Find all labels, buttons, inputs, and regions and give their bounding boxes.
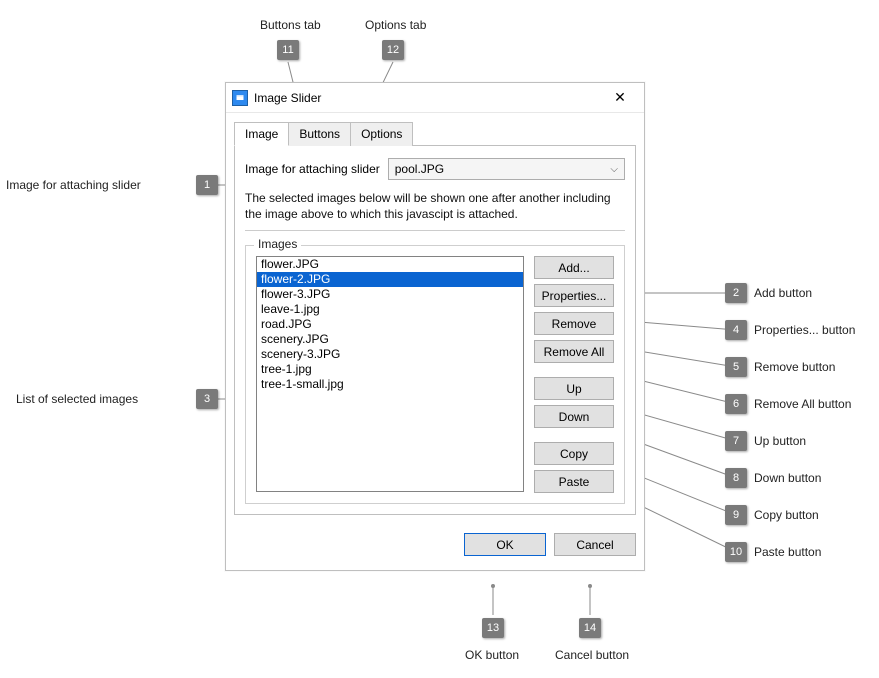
- up-button[interactable]: Up: [534, 377, 614, 400]
- images-fieldset: Images flower.JPGflower-2.JPGflower-3.JP…: [245, 245, 625, 504]
- list-item[interactable]: tree-1.jpg: [257, 362, 523, 377]
- explain-text: The selected images below will be shown …: [245, 190, 625, 231]
- callout-5-badge: 5: [725, 357, 747, 377]
- list-item[interactable]: flower-3.JPG: [257, 287, 523, 302]
- callout-3-badge: 3: [196, 389, 218, 409]
- remove-button[interactable]: Remove: [534, 312, 614, 335]
- callout-14-badge: 14: [579, 618, 601, 638]
- callout-4-badge: 4: [725, 320, 747, 340]
- callout-1-badge: 1: [196, 175, 218, 195]
- image-slider-dialog: Image Slider ✕ Image Buttons Options Ima…: [225, 82, 645, 571]
- callout-12-badge: 12: [382, 40, 404, 60]
- down-button[interactable]: Down: [534, 405, 614, 428]
- callout-4-label: Properties... button: [754, 323, 855, 337]
- window-title: Image Slider: [254, 91, 602, 105]
- tabs-bar: Image Buttons Options: [234, 121, 636, 146]
- callout-11-badge: 11: [277, 40, 299, 60]
- titlebar: Image Slider ✕: [226, 83, 644, 113]
- app-icon: [232, 90, 248, 106]
- callout-10-badge: 10: [725, 542, 747, 562]
- callout-13-label: OK button: [465, 648, 519, 662]
- callout-5-label: Remove button: [754, 360, 835, 374]
- attach-select[interactable]: pool.JPG ⌵: [388, 158, 625, 180]
- callout-9-badge: 9: [725, 505, 747, 525]
- attach-label: Image for attaching slider: [245, 162, 380, 176]
- callout-1-label: Image for attaching slider: [6, 178, 141, 192]
- callout-9-label: Copy button: [754, 508, 819, 522]
- dialog-button-row: OK Cancel: [226, 523, 644, 570]
- list-item[interactable]: scenery.JPG: [257, 332, 523, 347]
- tab-options[interactable]: Options: [350, 122, 413, 146]
- list-item[interactable]: flower-2.JPG: [257, 272, 523, 287]
- add-button[interactable]: Add...: [534, 256, 614, 279]
- callout-7-badge: 7: [725, 431, 747, 451]
- callout-6-badge: 6: [725, 394, 747, 414]
- callout-8-label: Down button: [754, 471, 821, 485]
- paste-button[interactable]: Paste: [534, 470, 614, 493]
- callout-7-label: Up button: [754, 434, 806, 448]
- callout-10-label: Paste button: [754, 545, 821, 559]
- close-icon[interactable]: ✕: [602, 89, 638, 106]
- callout-2-label: Add button: [754, 286, 812, 300]
- list-item[interactable]: tree-1-small.jpg: [257, 377, 523, 392]
- tab-content-image: Image for attaching slider pool.JPG ⌵ Th…: [234, 146, 636, 515]
- copy-button[interactable]: Copy: [534, 442, 614, 465]
- list-item[interactable]: flower.JPG: [257, 257, 523, 272]
- callout-11-label: Buttons tab: [260, 18, 321, 32]
- images-listbox[interactable]: flower.JPGflower-2.JPGflower-3.JPGleave-…: [256, 256, 524, 492]
- tab-buttons[interactable]: Buttons: [288, 122, 351, 146]
- images-button-column: Add... Properties... Remove Remove All U…: [534, 256, 614, 493]
- attach-row: Image for attaching slider pool.JPG ⌵: [245, 158, 625, 180]
- list-item[interactable]: scenery-3.JPG: [257, 347, 523, 362]
- list-item[interactable]: road.JPG: [257, 317, 523, 332]
- properties-button[interactable]: Properties...: [534, 284, 614, 307]
- callout-8-badge: 8: [725, 468, 747, 488]
- ok-button[interactable]: OK: [464, 533, 546, 556]
- list-item[interactable]: leave-1.jpg: [257, 302, 523, 317]
- callout-13-badge: 13: [482, 618, 504, 638]
- tab-image[interactable]: Image: [234, 122, 289, 146]
- images-legend: Images: [254, 237, 301, 251]
- remove-all-button[interactable]: Remove All: [534, 340, 614, 363]
- callout-14-label: Cancel button: [555, 648, 629, 662]
- callout-12-label: Options tab: [365, 18, 426, 32]
- callout-2-badge: 2: [725, 283, 747, 303]
- dialog-body: Image Buttons Options Image for attachin…: [226, 113, 644, 523]
- chevron-down-icon: ⌵: [610, 164, 618, 175]
- attach-select-value: pool.JPG: [395, 162, 444, 176]
- callout-3-label: List of selected images: [16, 392, 138, 406]
- cancel-button[interactable]: Cancel: [554, 533, 636, 556]
- callout-6-label: Remove All button: [754, 397, 851, 411]
